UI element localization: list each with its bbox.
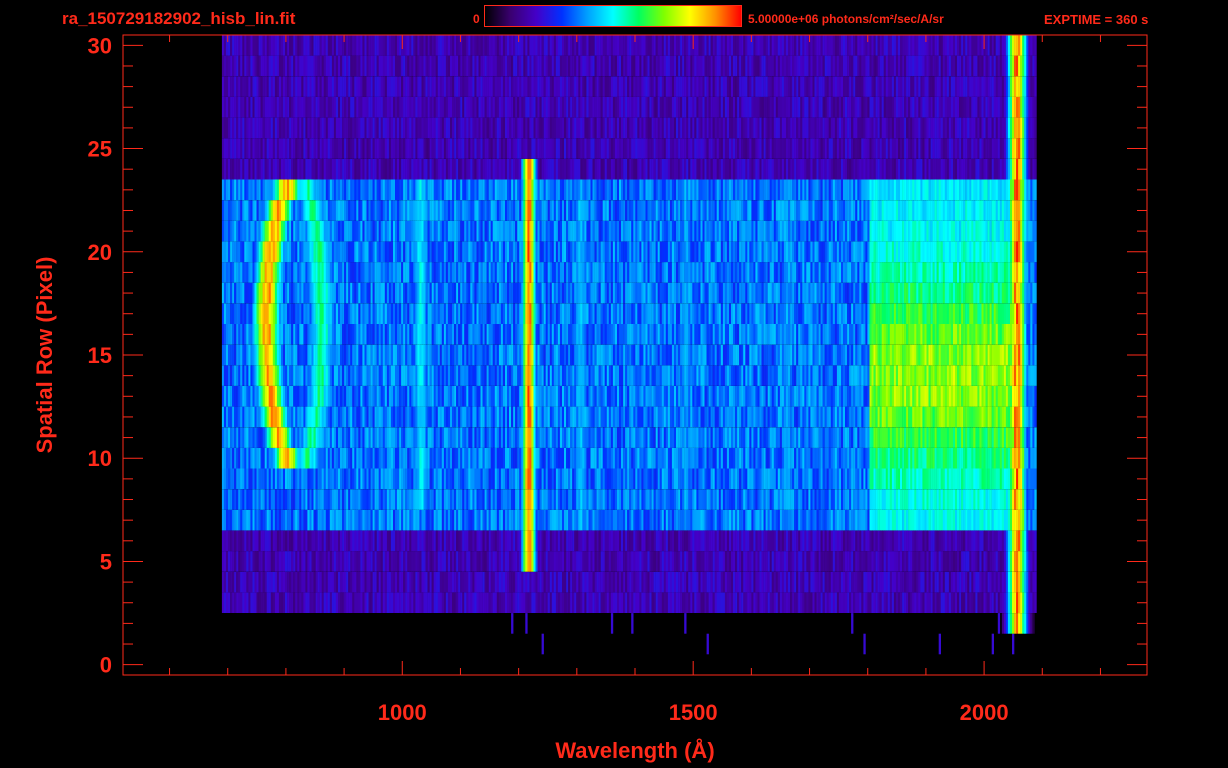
- y-tick-label: 15: [88, 343, 112, 368]
- y-axis-label: Spatial Row (Pixel): [32, 257, 57, 454]
- y-tick-label: 0: [100, 653, 112, 678]
- x-tick-label: 1000: [378, 700, 427, 725]
- heatmap-image: [221, 35, 1037, 655]
- y-tick-label: 25: [88, 137, 112, 162]
- spectrum-plot: 1000 1500 2000051015202530 Wavelength (Å) …: [32, 33, 1148, 763]
- colorbar-min-label: 0: [473, 12, 480, 26]
- colorbar-max-label: 5.00000e+06 photons/cm²/sec/A/sr: [748, 12, 944, 26]
- x-axis-label: Wavelength (Å): [555, 737, 714, 763]
- y-tick-label: 30: [88, 33, 112, 58]
- file-name-title: ra_150729182902_hisb_lin.fit: [62, 9, 296, 28]
- y-tick-label: 5: [100, 549, 112, 574]
- colorbar: [484, 5, 742, 27]
- y-tick-label: 10: [88, 446, 112, 471]
- x-tick-label: 2000: [960, 700, 1009, 725]
- exposure-time: EXPTIME = 360 s: [1044, 12, 1149, 27]
- y-tick-label: 20: [88, 240, 112, 265]
- x-tick-label: 1500: [669, 700, 718, 725]
